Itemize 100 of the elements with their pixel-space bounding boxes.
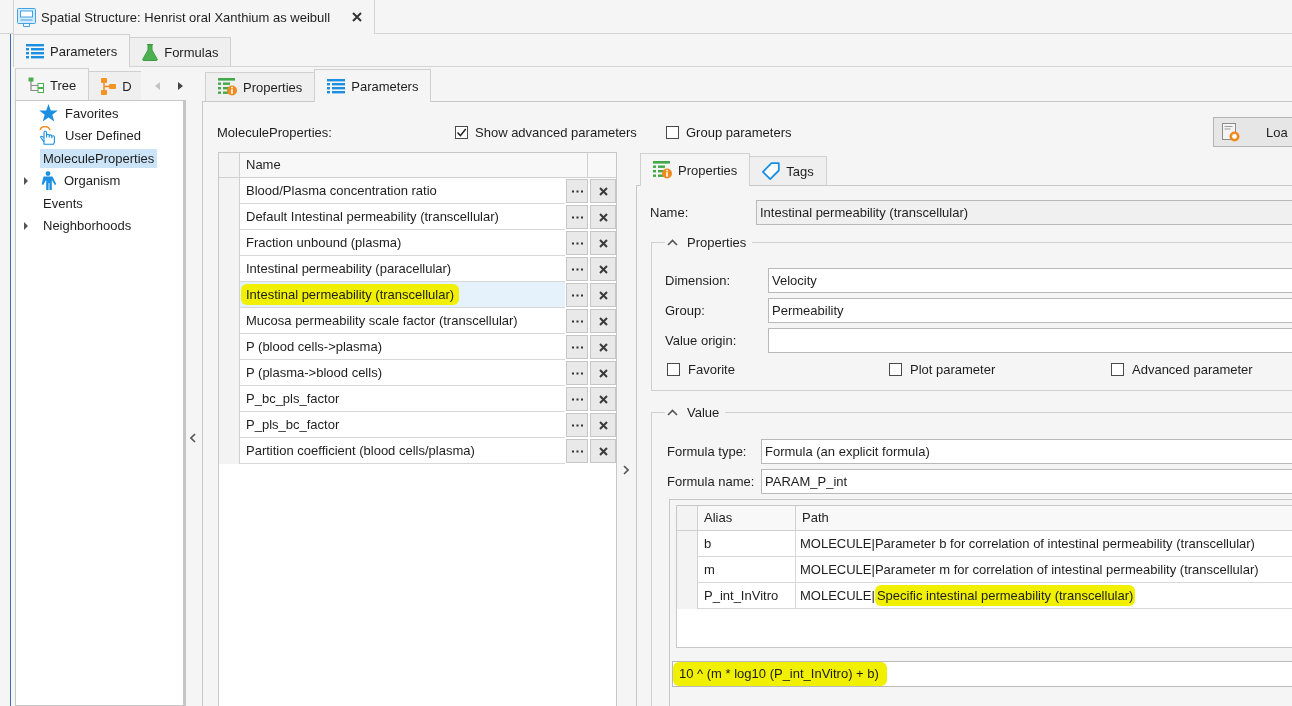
dots-icon: [571, 215, 583, 219]
tab[interactable]: Properties: [205, 72, 316, 101]
checkbox-label[interactable]: Favorite: [688, 362, 735, 377]
person-icon: [39, 171, 57, 191]
delete-button[interactable]: [590, 439, 616, 463]
checkbox-label[interactable]: Group parameters: [686, 124, 792, 140]
delete-button[interactable]: [590, 335, 616, 359]
tab[interactable]: Tree: [15, 68, 90, 100]
dots-icon: [571, 397, 583, 401]
document-download-icon: [1222, 122, 1240, 142]
text-field[interactable]: Velocity: [768, 268, 1292, 293]
text-field[interactable]: PARAM_P_int: [761, 469, 1292, 494]
table-cell[interactable]: Intestinal permeability (transcellular): [240, 282, 565, 308]
checkbox-label[interactable]: Plot parameter: [910, 362, 996, 377]
cross-icon: [598, 368, 608, 378]
dots-icon: [571, 189, 583, 193]
tree-item[interactable]: Neighborhoods: [40, 216, 135, 236]
load-button[interactable]: Loa: [1213, 117, 1292, 147]
tree-item[interactable]: Events: [40, 193, 86, 213]
group-title: Properties: [687, 234, 747, 250]
delete-button[interactable]: [590, 309, 616, 333]
delete-button[interactable]: [590, 361, 616, 385]
cross-icon: [598, 420, 608, 430]
tag-icon: [762, 162, 781, 180]
flask-icon: [142, 43, 159, 61]
tab[interactable]: Formulas: [129, 37, 232, 66]
delete-button[interactable]: [590, 387, 616, 411]
hand-pointer-icon: [39, 126, 58, 146]
checkbox-label[interactable]: Show advanced parameters: [475, 124, 637, 140]
table-cell: P_int_InVitro: [698, 583, 796, 609]
field-label: Formula type:: [667, 444, 748, 459]
text-field[interactable]: Intestinal permeability (transcellular): [756, 200, 1292, 225]
dots-icon: [571, 267, 583, 271]
checkbox[interactable]: [889, 363, 902, 376]
cross-icon: [598, 290, 608, 300]
table-cell: MOLECULE|Parameter m for correlation of intestinal permeability (transcellular): [796, 557, 1292, 583]
diagram-icon: [101, 77, 117, 95]
cross-icon: [598, 342, 608, 352]
delete-button[interactable]: [590, 179, 616, 203]
checkbox[interactable]: [667, 363, 680, 376]
table-cell: MOLECULE|Specific intestinal permeability (transcellular): [796, 583, 1292, 609]
field-label: Dimension:: [665, 273, 732, 288]
checkbox-label[interactable]: Advanced parameter: [1132, 362, 1253, 377]
dots-icon: [571, 319, 583, 323]
chevron-up-icon[interactable]: [667, 238, 678, 246]
field-label: Value origin:: [665, 333, 738, 348]
dots-icon: [571, 423, 583, 427]
column-header[interactable]: Alias: [698, 506, 796, 531]
triangle-right-icon[interactable]: [178, 81, 183, 90]
dots-icon: [571, 345, 583, 349]
checkbox[interactable]: [1111, 363, 1124, 376]
text-field[interactable]: [768, 328, 1292, 353]
column-header[interactable]: Name: [240, 153, 588, 178]
tree-item[interactable]: MoleculeProperties: [40, 148, 158, 168]
dots-icon: [571, 371, 583, 375]
cross-icon: [598, 238, 608, 248]
chevron-left-icon[interactable]: [190, 433, 196, 443]
close-icon[interactable]: [352, 12, 362, 22]
formula-field[interactable]: 10 ^ (m * log10 (P_int_InVitro) + b): [672, 661, 1292, 687]
table-cell: b: [698, 531, 796, 557]
delete-button[interactable]: [590, 413, 616, 437]
cross-icon: [598, 446, 608, 456]
checkbox[interactable]: [666, 125, 679, 139]
triangle-right-icon[interactable]: [23, 221, 29, 230]
column-header[interactable]: Path: [796, 506, 1292, 531]
chevron-up-icon[interactable]: [667, 408, 678, 416]
field-label: Formula name:: [667, 474, 756, 489]
container-label: MoleculeProperties:: [217, 124, 333, 140]
list-icon: [26, 43, 44, 59]
text-field[interactable]: Permeability: [768, 298, 1292, 323]
group-title: Value: [687, 404, 720, 420]
field-label: Name:: [650, 205, 690, 220]
tree-item[interactable]: User Defined: [62, 126, 144, 146]
list-icon: [327, 78, 346, 94]
document-tab[interactable]: Spatial Structure: Henrist oral Xanthium as weibull: [13, 0, 375, 34]
tree-icon: [28, 77, 44, 93]
triangle-right-icon[interactable]: [23, 176, 29, 185]
chevron-right-icon[interactable]: [623, 465, 629, 475]
delete-button[interactable]: [590, 205, 616, 229]
tab[interactable]: D: [88, 71, 141, 100]
tab[interactable]: Properties: [640, 153, 751, 186]
dots-icon: [571, 241, 583, 245]
delete-button[interactable]: [590, 231, 616, 255]
tab[interactable]: Parameters: [13, 34, 131, 67]
dots-icon: [571, 449, 583, 453]
star-icon: [39, 104, 58, 123]
checkbox[interactable]: [455, 125, 468, 139]
text-field[interactable]: Formula (an explicit formula): [761, 439, 1292, 464]
cross-icon: [598, 186, 608, 196]
tree-item[interactable]: Organism: [61, 171, 124, 191]
cross-icon: [598, 212, 608, 222]
window-icon: [17, 7, 36, 27]
delete-button[interactable]: [590, 257, 616, 281]
table-cell: MOLECULE|Parameter b for correlation of intestinal permeability (transcellular): [796, 531, 1292, 557]
tab[interactable]: Tags: [749, 156, 827, 185]
tree-item[interactable]: Favorites: [62, 103, 122, 123]
list-info-icon: [218, 78, 237, 96]
dots-icon: [571, 293, 583, 297]
delete-button[interactable]: [590, 283, 616, 307]
tab[interactable]: Parameters: [314, 69, 432, 102]
